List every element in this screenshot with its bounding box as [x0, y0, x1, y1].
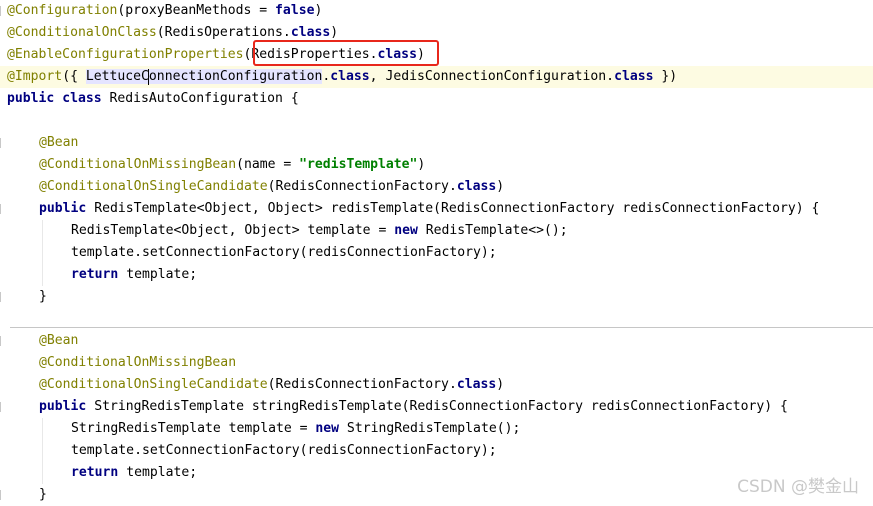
keyword: class: [330, 69, 370, 84]
fold-marker[interactable]: [0, 402, 5, 412]
code-line[interactable]: template.setConnectionFactory(redisConne…: [71, 440, 497, 462]
keyword: class: [456, 377, 497, 392]
string-literal: "redisTemplate": [299, 157, 418, 172]
code-text: ): [496, 377, 505, 392]
code-line[interactable]: RedisTemplate<Object, Object> template =…: [71, 220, 568, 242]
code-text: RedisOperations.: [164, 25, 291, 40]
highlighted-identifier[interactable]: LettuceConnectionConfiguration: [85, 68, 323, 85]
code-line-current[interactable]: @Import({ LettuceConnectionConfiguration…: [0, 66, 873, 88]
indent-guide: [42, 418, 43, 484]
code-line[interactable]: return template;: [71, 264, 197, 286]
keyword: class: [62, 91, 102, 106]
code-text: RedisTemplate<Object, Object> template =: [71, 223, 395, 238]
code-text: ({: [62, 69, 86, 84]
keyword: return: [71, 465, 119, 480]
method-signature: RedisTemplate<Object, Object> redisTempl…: [86, 201, 820, 216]
class-name: RedisAutoConfiguration {: [101, 91, 299, 106]
code-text: onnectionConfiguration: [148, 69, 323, 84]
watermark: CSDN @樊金山: [737, 477, 859, 497]
code-text: proxyBeanMethods =: [125, 3, 276, 18]
keyword: public: [39, 399, 87, 414]
annotation: @Bean: [39, 135, 79, 150]
annotation: @ConditionalOnSingleCandidate: [39, 377, 268, 392]
closing-brace: }: [39, 487, 47, 502]
annotation: @ConditionalOnClass: [7, 25, 157, 40]
method-signature: StringRedisTemplate stringRedisTemplate(…: [86, 399, 788, 414]
annotation: @ConditionalOnMissingBean: [39, 157, 237, 172]
code-text: template;: [118, 465, 198, 480]
code-line[interactable]: @ConditionalOnSingleCandidate(RedisConne…: [39, 374, 504, 396]
keyword: class: [614, 69, 654, 84]
fold-marker[interactable]: [0, 292, 5, 302]
code-line[interactable]: @Bean: [39, 132, 78, 154]
keyword: new: [394, 223, 418, 238]
fold-marker[interactable]: [0, 336, 5, 346]
keyword: class: [290, 25, 331, 40]
fold-marker[interactable]: [0, 6, 5, 16]
annotation: @EnableConfigurationProperties: [7, 47, 244, 62]
code-editor[interactable]: @Configuration(proxyBeanMethods = false)…: [0, 0, 873, 503]
code-line[interactable]: StringRedisTemplate template = new Strin…: [71, 418, 520, 440]
code-text: ): [330, 25, 339, 40]
method-separator: [10, 327, 873, 328]
keyword: new: [315, 421, 340, 436]
code-text: template.setConnectionFactory(redisConne…: [71, 443, 497, 458]
code-text: RedisConnectionFactory.: [275, 179, 457, 194]
keyword: return: [71, 267, 119, 282]
annotation: @Bean: [39, 333, 79, 348]
code-text: , JedisConnectionConfiguration.: [369, 69, 615, 84]
code-text: (: [267, 179, 276, 194]
highlight-box: [253, 40, 439, 66]
code-text: ): [417, 157, 426, 172]
code-text: template;: [118, 267, 198, 282]
keyword: false: [275, 3, 315, 18]
annotation: @Configuration: [7, 3, 118, 18]
code-line[interactable]: @ConditionalOnSingleCandidate(RedisConne…: [39, 176, 504, 198]
code-line[interactable]: return template;: [71, 462, 197, 484]
code-text: StringRedisTemplate template =: [71, 421, 316, 436]
code-line[interactable]: public RedisTemplate<Object, Object> red…: [39, 198, 819, 220]
fold-marker[interactable]: [0, 490, 5, 500]
code-line[interactable]: @Bean: [39, 330, 78, 352]
keyword: class: [456, 179, 497, 194]
code-line[interactable]: }: [39, 286, 47, 308]
annotation: @Import: [7, 69, 63, 84]
code-line[interactable]: template.setConnectionFactory(redisConne…: [71, 242, 497, 264]
fold-marker[interactable]: [0, 138, 5, 148]
code-line[interactable]: public StringRedisTemplate stringRedisTe…: [39, 396, 788, 418]
keyword: public: [39, 201, 87, 216]
code-text: RedisConnectionFactory.: [275, 377, 457, 392]
code-text: (: [156, 25, 165, 40]
code-text: RedisTemplate<>();: [417, 223, 568, 238]
keyword: public: [7, 91, 55, 106]
code-text: template.setConnectionFactory(redisConne…: [71, 245, 497, 260]
closing-brace: }: [39, 289, 47, 304]
code-text: StringRedisTemplate();: [339, 421, 521, 436]
code-line[interactable]: public class RedisAutoConfiguration {: [7, 88, 299, 110]
code-text: }): [653, 69, 678, 84]
fold-marker[interactable]: [0, 204, 5, 214]
code-line[interactable]: @ConditionalOnMissingBean: [39, 352, 236, 374]
code-line[interactable]: @ConditionalOnMissingBean(name = "redisT…: [39, 154, 425, 176]
code-text: (: [267, 377, 276, 392]
code-text: LettuceC: [85, 69, 149, 84]
annotation: @ConditionalOnMissingBean: [39, 355, 237, 370]
annotation: @ConditionalOnSingleCandidate: [39, 179, 268, 194]
code-text: ): [314, 3, 323, 18]
code-text: (name =: [236, 157, 300, 172]
code-text: ): [496, 179, 505, 194]
indent-guide: [42, 220, 43, 286]
code-line[interactable]: @Configuration(proxyBeanMethods = false): [7, 0, 322, 22]
